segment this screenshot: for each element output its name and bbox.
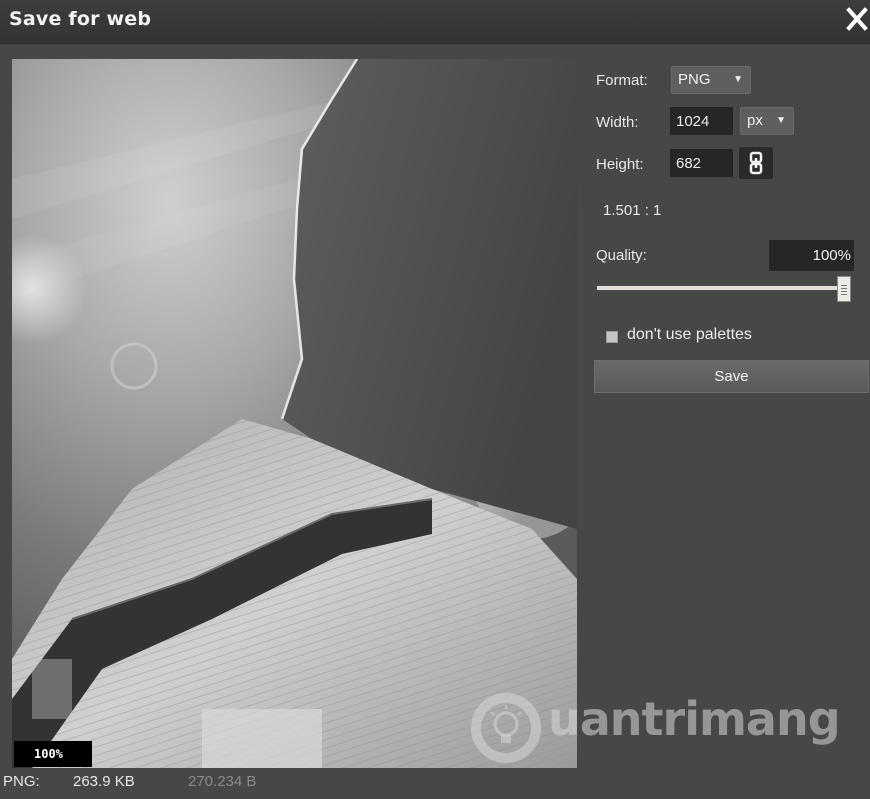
format-label: Format: (596, 72, 648, 89)
width-label: Width: (596, 114, 639, 131)
quality-slider[interactable] (597, 286, 845, 290)
width-input[interactable] (670, 107, 733, 135)
title-bar[interactable]: Save for web (0, 0, 870, 44)
output-format-label: PNG: (3, 773, 40, 790)
chevron-down-icon: ▼ (733, 74, 743, 85)
save-for-web-dialog: Save for web uantrimang 100% PNG: 263.9 … (0, 0, 870, 799)
format-select-value: PNG (678, 71, 711, 88)
aspect-ratio: 1.501 : 1 (603, 202, 662, 219)
quality-input[interactable]: 100% (769, 240, 854, 271)
quality-slider-handle[interactable] (837, 276, 851, 302)
close-icon[interactable] (844, 4, 870, 34)
image-preview[interactable] (12, 59, 577, 768)
dialog-title: Save for web (9, 8, 152, 30)
watermark: uantrimang (466, 688, 841, 768)
palette-checkbox-label: don't use palettes (627, 326, 752, 343)
lightbulb-logo-icon (471, 693, 541, 763)
watermark-text: uantrimang (548, 692, 841, 746)
palette-checkbox[interactable] (606, 331, 618, 343)
unit-select[interactable]: px ▼ (740, 107, 794, 135)
constrain-proportions-button[interactable] (739, 147, 773, 179)
status-footer: PNG: 263.9 KB 270.234 B (0, 768, 870, 799)
original-file-size: 270.234 B (188, 773, 257, 790)
chevron-down-icon: ▼ (776, 115, 786, 126)
zoom-level-badge: 100% (14, 741, 92, 767)
format-select[interactable]: PNG ▼ (671, 66, 751, 94)
save-button[interactable]: Save (594, 360, 869, 393)
unit-select-value: px (747, 112, 763, 129)
chain-link-icon (749, 151, 763, 175)
quality-label: Quality: (596, 247, 647, 264)
height-input[interactable] (670, 149, 733, 177)
height-label: Height: (596, 156, 644, 173)
output-file-size: 263.9 KB (73, 773, 135, 790)
